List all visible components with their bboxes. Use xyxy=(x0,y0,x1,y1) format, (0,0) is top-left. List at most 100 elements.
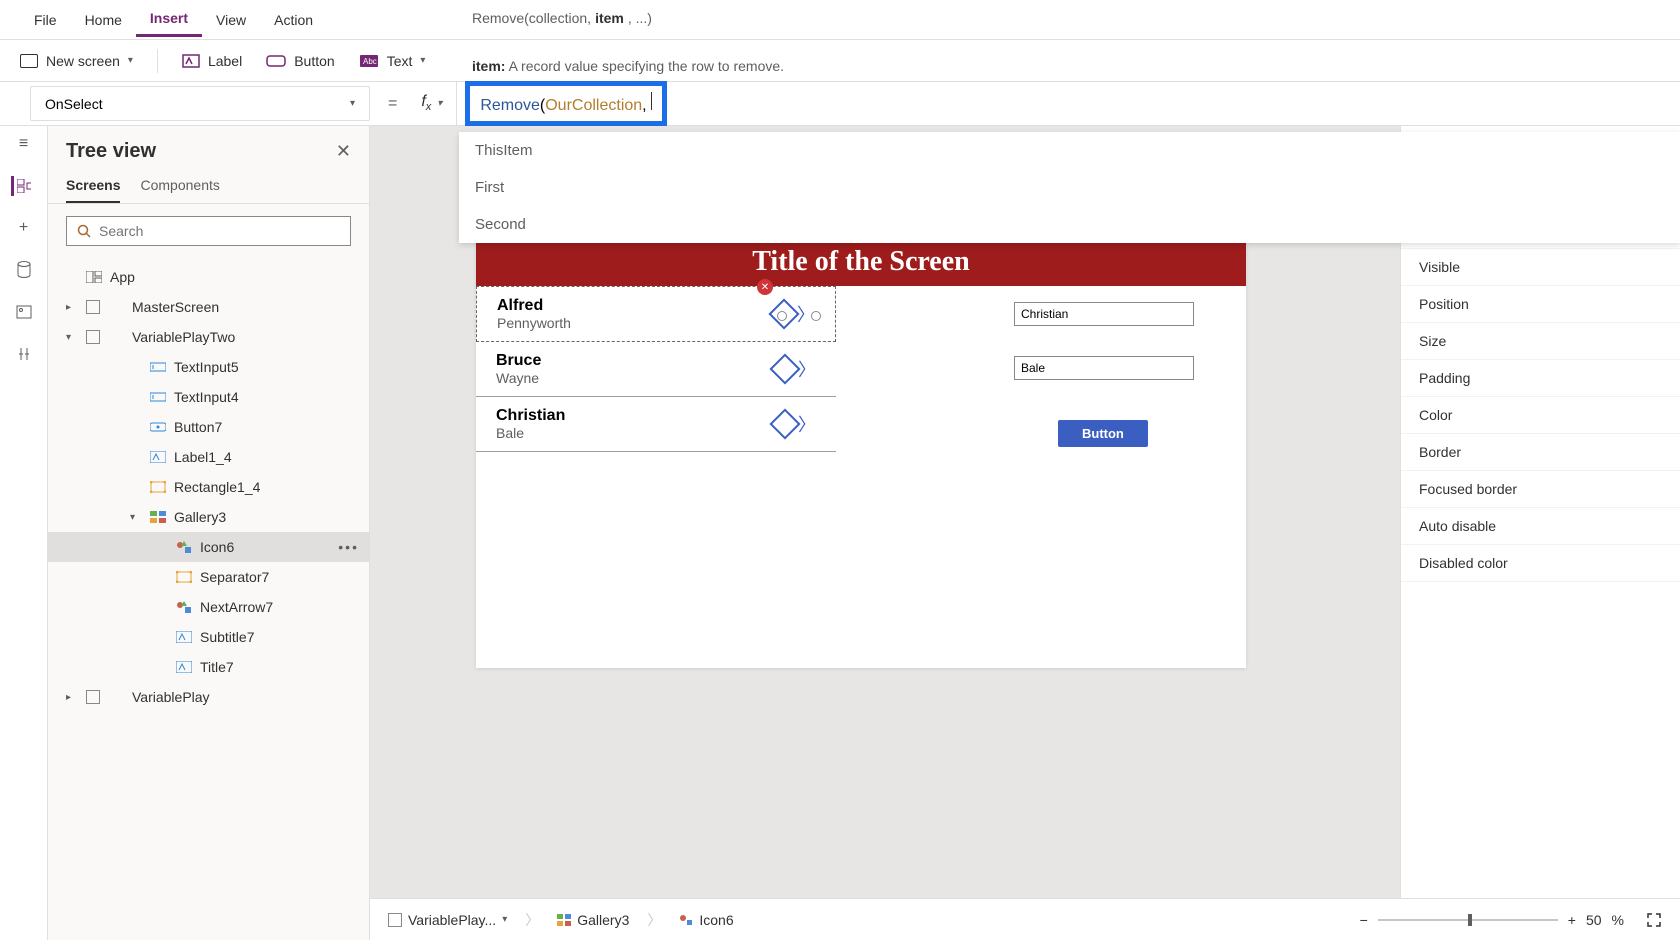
property-row[interactable]: Padding xyxy=(1401,360,1680,397)
insert-text-button[interactable]: Abc Text ▾ xyxy=(359,53,426,69)
label-icon xyxy=(182,54,200,68)
tree-view-icon[interactable] xyxy=(11,176,31,196)
menu-file[interactable]: File xyxy=(20,4,71,36)
selection-handles[interactable] xyxy=(777,301,821,331)
text-caret xyxy=(651,92,652,110)
input-icon xyxy=(150,391,166,403)
gallery-icon xyxy=(150,511,166,523)
tree-item-subtitle7[interactable]: Subtitle7 xyxy=(48,622,369,652)
tree-item-label: VariablePlay xyxy=(132,689,210,705)
signature-suffix: , ...) xyxy=(628,10,652,26)
gallery-subtitle: Wayne xyxy=(496,370,541,386)
tree-item-title7[interactable]: Title7 xyxy=(48,652,369,682)
checkbox-icon xyxy=(86,300,100,314)
zoom-thumb[interactable] xyxy=(1468,914,1472,926)
chevron-icon: ▾ xyxy=(66,332,78,343)
tools-icon[interactable] xyxy=(14,344,34,364)
icon-icon xyxy=(176,601,192,613)
property-row[interactable]: Size xyxy=(1401,323,1680,360)
new-screen-button[interactable]: New screen ▾ xyxy=(20,53,133,69)
tree-item-label1_4[interactable]: Label1_4 xyxy=(48,442,369,472)
insert-button-button[interactable]: Button xyxy=(266,53,334,69)
menubar: File Home Insert View Action xyxy=(0,0,1680,40)
more-icon[interactable]: ••• xyxy=(338,539,359,555)
menu-view[interactable]: View xyxy=(202,4,260,36)
zoom-in-button[interactable]: + xyxy=(1568,912,1576,928)
button-icon xyxy=(266,54,286,68)
insert-icon[interactable]: + xyxy=(14,218,34,238)
autocomplete-item[interactable]: First xyxy=(459,169,1680,206)
breadcrumb-icon[interactable]: Icon6 xyxy=(679,912,733,928)
tree-item-label: Rectangle1_4 xyxy=(174,479,260,495)
property-row[interactable]: Border xyxy=(1401,434,1680,471)
statusbar: VariablePlay... ▾ 〉 Gallery3 〉 Icon6 − +… xyxy=(370,898,1680,940)
expand-icon[interactable] xyxy=(1646,912,1662,928)
gallery-title: Alfred xyxy=(497,297,571,315)
autocomplete-dropdown: ThisItem First Second xyxy=(459,132,1680,243)
submit-button[interactable]: Button xyxy=(1058,420,1148,447)
property-row[interactable]: Color xyxy=(1401,397,1680,434)
chevron-icon: ▾ xyxy=(130,512,142,523)
gallery-row[interactable]: AlfredPennyworth〉✕ xyxy=(476,286,836,342)
autocomplete-item[interactable]: ThisItem xyxy=(459,132,1680,169)
textinput-firstname[interactable] xyxy=(1014,302,1194,326)
zoom-slider[interactable] xyxy=(1378,919,1558,921)
breadcrumb-separator: 〉 xyxy=(525,910,539,930)
formula-input[interactable]: Remove(OurCollection, xyxy=(456,82,1680,125)
tree-item-gallery3[interactable]: ▾Gallery3 xyxy=(48,502,369,532)
hamburger-icon[interactable]: ≡ xyxy=(14,134,34,154)
screen-icon xyxy=(108,691,124,703)
tab-screens[interactable]: Screens xyxy=(66,177,120,203)
checkbox-icon xyxy=(86,690,100,704)
gallery-title: Christian xyxy=(496,407,565,425)
property-row[interactable]: Auto disable xyxy=(1401,508,1680,545)
search-input[interactable] xyxy=(99,223,340,239)
tree-item-label: VariablePlayTwo xyxy=(132,329,235,345)
tree-item-label: Separator7 xyxy=(200,569,269,585)
textinput-lastname[interactable] xyxy=(1014,356,1194,380)
autocomplete-item[interactable]: Second xyxy=(459,206,1680,243)
gallery-row[interactable]: ChristianBale〉 xyxy=(476,397,836,452)
next-arrow-icon[interactable]: 〉 xyxy=(774,356,816,382)
breadcrumb-screen[interactable]: VariablePlay... ▾ xyxy=(388,912,507,928)
zoom-controls: − + 50 % xyxy=(1360,912,1662,928)
insert-label-button[interactable]: Label xyxy=(182,53,242,69)
tree-item-icon6[interactable]: Icon6 ••• xyxy=(48,532,369,562)
tree-item-label: Label1_4 xyxy=(174,449,232,465)
property-selector[interactable]: OnSelect ▾ xyxy=(30,86,370,121)
property-row[interactable]: Visible xyxy=(1401,249,1680,286)
tree-item-nextarrow7[interactable]: NextArrow7 xyxy=(48,592,369,622)
property-row[interactable]: Focused border xyxy=(1401,471,1680,508)
tree-item-variableplay[interactable]: ▸VariablePlay xyxy=(48,682,369,712)
tree-item-label: Icon6 xyxy=(200,539,234,555)
data-icon[interactable] xyxy=(14,260,34,280)
next-arrow-icon[interactable]: 〉 xyxy=(774,411,816,437)
rect-icon xyxy=(150,481,166,493)
gallery-row[interactable]: BruceWayne〉 xyxy=(476,342,836,397)
media-icon[interactable] xyxy=(14,302,34,322)
tree-item-masterscreen[interactable]: ▸MasterScreen xyxy=(48,292,369,322)
tree-item-variableplaytwo[interactable]: ▾ VariablePlayTwo xyxy=(48,322,369,352)
tree-item-textinput5[interactable]: TextInput5 xyxy=(48,352,369,382)
tree-list: App▸MasterScreen ▾ VariablePlayTwo TextInpu… xyxy=(48,258,369,922)
menu-insert[interactable]: Insert xyxy=(136,2,202,37)
breadcrumb-gallery[interactable]: Gallery3 xyxy=(557,912,629,928)
chevron-down-icon: ▾ xyxy=(437,98,442,109)
tab-components[interactable]: Components xyxy=(140,177,219,203)
chevron-down-icon: ▾ xyxy=(350,98,355,109)
tree-search[interactable] xyxy=(66,216,351,246)
fx-label[interactable]: fx▾ xyxy=(407,82,456,125)
tree-item-rectangle1_4[interactable]: Rectangle1_4 xyxy=(48,472,369,502)
formula-bar: OnSelect ▾ = fx▾ Remove(OurCollection, xyxy=(0,82,1680,126)
tree-item-app[interactable]: App xyxy=(48,262,369,292)
menu-action[interactable]: Action xyxy=(260,4,327,36)
tree-item-button7[interactable]: Button7 xyxy=(48,412,369,442)
menu-home[interactable]: Home xyxy=(71,4,136,36)
zoom-out-button[interactable]: − xyxy=(1360,912,1368,928)
tree-item-separator7[interactable]: Separator7 xyxy=(48,562,369,592)
property-row[interactable]: Disabled color xyxy=(1401,545,1680,582)
property-row[interactable]: Position xyxy=(1401,286,1680,323)
formula-text[interactable]: Remove(OurCollection, xyxy=(465,81,667,126)
tree-item-textinput4[interactable]: TextInput4 xyxy=(48,382,369,412)
close-icon[interactable]: ✕ xyxy=(336,141,351,162)
